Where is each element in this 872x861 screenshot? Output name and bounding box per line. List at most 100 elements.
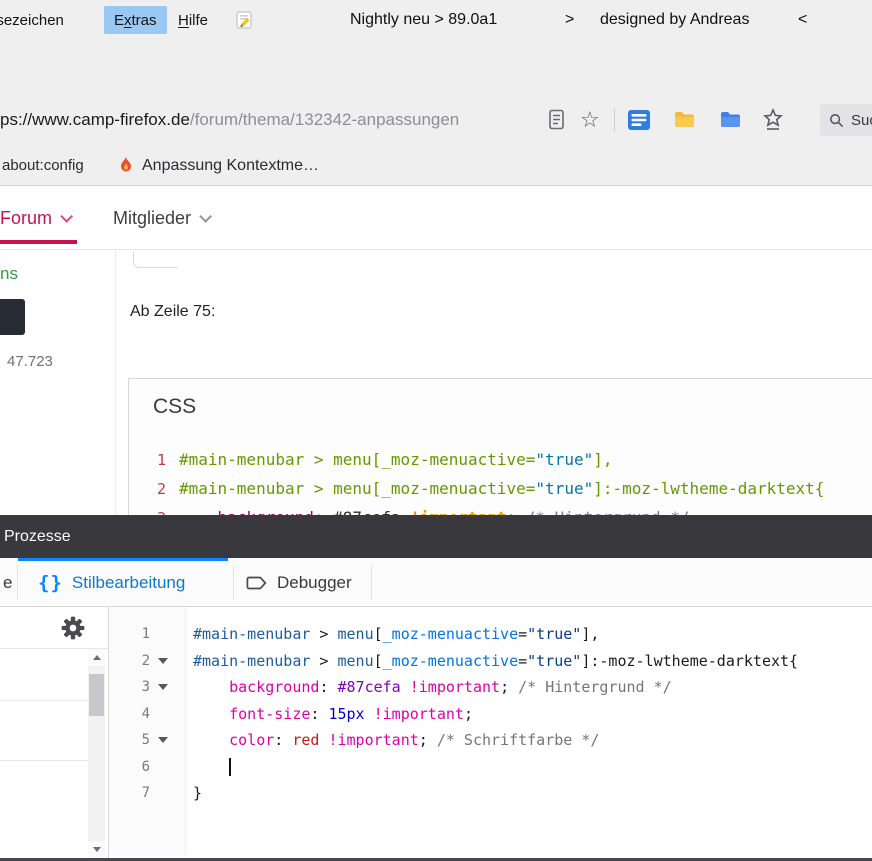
editor-lines: 1 #main-menubar > menu[_moz-menuactive="t…	[109, 607, 872, 807]
reader-mode-icon[interactable]	[548, 109, 566, 136]
code-line-row: 2#main-menubar > menu[_moz-menuactive="t…	[109, 648, 872, 675]
code-text: #main-menubar > menu[_moz-menuactive="tr…	[179, 479, 824, 498]
menu-hilfe-label-post: ilfe	[189, 12, 208, 29]
post-text: Ab Zeile 75:	[130, 303, 215, 321]
search-field[interactable]: Suc	[820, 104, 872, 136]
devtools-titlebar: Prozesse	[0, 515, 872, 558]
code-line-row: 4 font-size: 15px !important;	[109, 701, 872, 728]
site-navigation: Forum Mitglieder	[0, 187, 872, 250]
window-title-segment: Nightly neu > 89.0a1	[350, 0, 497, 40]
fold-gutter	[150, 684, 176, 690]
code-line-row: 7}	[109, 780, 872, 807]
active-nav-indicator	[0, 240, 77, 244]
chevron-down-icon	[60, 210, 73, 223]
line-number: 1	[109, 621, 150, 648]
fold-gutter	[150, 658, 176, 664]
sidebar-active-item[interactable]	[0, 299, 25, 335]
fold-toggle-icon[interactable]	[158, 658, 168, 664]
previous-block-fragment	[133, 251, 178, 268]
menu-hilfe-accesskey: H	[178, 12, 189, 29]
menu-item-lesezeichen[interactable]: esezeichen	[0, 0, 64, 40]
code-text: font-size: 15px !important;	[176, 701, 473, 728]
scrollbar-thumb[interactable]	[89, 674, 104, 716]
code-text: }	[176, 780, 202, 807]
devtools-tabbar: e {} Stilbearbeitung Debugger	[0, 558, 872, 607]
debugger-tag-icon	[246, 573, 268, 593]
folder-yellow-icon[interactable]	[674, 111, 695, 134]
fold-toggle-icon[interactable]	[158, 737, 168, 743]
tab-separator	[17, 565, 18, 600]
sidebar-divider	[115, 250, 116, 515]
notepad-icon[interactable]	[234, 10, 254, 30]
code-text: color: red !important; /* Schriftfarbe *…	[176, 727, 599, 754]
bookmark-anpassung-kontextmenu[interactable]: Anpassung Kontextme…	[142, 146, 319, 185]
tab-debugger-label: Debugger	[277, 573, 352, 593]
tab-style-editor[interactable]: {} Stilbearbeitung	[38, 558, 185, 607]
nav-item-mitglieder[interactable]: Mitglieder	[113, 187, 208, 250]
bookmark-star-icon[interactable]: ☆	[580, 105, 600, 135]
chevron-down-icon	[199, 210, 212, 223]
bookmark-about-config[interactable]: about:config	[2, 146, 84, 185]
code-line-row: 1#main-menubar > menu[_moz-menuactive="t…	[129, 445, 872, 474]
stylesheet-pane-toolbar	[0, 607, 108, 649]
sidebar-count: 47.723	[7, 353, 53, 370]
fold-toggle-icon[interactable]	[158, 684, 168, 690]
stylesheet-list-pane	[0, 607, 109, 858]
line-number: 7	[109, 780, 150, 807]
tab-konsole-fragment[interactable]: e	[3, 558, 12, 607]
url-fade-overlay	[468, 100, 538, 140]
code-line-row: 1 #main-menubar > menu[_moz-menuactive="t…	[109, 621, 872, 648]
code-line-row: 2#main-menubar > menu[_moz-menuactive="t…	[129, 474, 872, 503]
code-text: background: #87cefa !important; /* Hinte…	[176, 674, 672, 701]
code-text: background: #87cefa !important; /* Hinte…	[179, 508, 690, 515]
scrollbar-up-button[interactable]	[88, 649, 105, 666]
grid-extension-icon[interactable]	[628, 110, 650, 135]
list-separator	[0, 700, 88, 701]
firefox-window: esezeichen Extras Hilfe Nightly neu > 89…	[0, 0, 872, 861]
search-magnifier-icon	[829, 113, 844, 128]
scrollbar-down-button[interactable]	[88, 841, 105, 858]
line-number: 5	[109, 727, 150, 754]
list-separator	[0, 760, 88, 761]
devtools-panel: Prozesse e {} Stilbearbeitung Debugger	[0, 515, 872, 861]
code-text	[176, 754, 231, 781]
bookmarks-toolbar: about:config Anpassung Kontextme…	[0, 146, 872, 185]
devtools-title: Prozesse	[4, 528, 71, 546]
style-editor-code-area[interactable]: 1 #main-menubar > menu[_moz-menuactive="t…	[109, 607, 872, 855]
window-title-separator: >	[565, 0, 574, 40]
menu-bar: esezeichen Extras Hilfe Nightly neu > 89…	[0, 0, 872, 40]
menu-item-extras[interactable]: Extras	[104, 6, 167, 34]
code-line-row: 5 color: red !important; /* Schriftfarbe…	[109, 727, 872, 754]
code-text: #main-menubar > menu[_moz-menuactive="tr…	[176, 648, 798, 675]
code-line-row: 3 background: #87cefa !important; /* Hin…	[109, 674, 872, 701]
url-bar[interactable]: ps://www.camp-firefox.de/forum/thema/132…	[0, 100, 459, 140]
style-editor-body: 1 #main-menubar > menu[_moz-menuactive="t…	[0, 607, 872, 858]
tab-style-editor-label: Stilbearbeitung	[72, 573, 185, 593]
navigation-toolbar: ps://www.camp-firefox.de/forum/thema/132…	[0, 100, 872, 140]
sidebar-link-fragment[interactable]: ns	[0, 264, 18, 284]
vertical-scrollbar[interactable]	[88, 649, 105, 858]
text-cursor	[229, 758, 231, 776]
nav-mitglieder-label: Mitglieder	[113, 208, 191, 229]
url-domain: ps://www.camp-firefox.de	[0, 110, 190, 130]
bookmarks-menu-star-icon[interactable]	[762, 108, 784, 137]
page-content: Forum Mitglieder ns 47.723 Ab Zeile 75: …	[0, 187, 872, 515]
code-language-label: CSS	[153, 394, 872, 420]
line-number: 6	[109, 754, 150, 781]
line-number: 4	[109, 701, 150, 728]
nav-forum-label: Forum	[0, 208, 52, 229]
search-text: Suc	[851, 112, 872, 129]
folder-blue-icon[interactable]	[720, 111, 741, 134]
gear-icon[interactable]	[60, 615, 86, 641]
code-text: #main-menubar > menu[_moz-menuactive="tr…	[179, 450, 612, 469]
url-path: /forum/thema/132342-anpassungen	[190, 110, 459, 130]
code-text: #main-menubar > menu[_moz-menuactive="tr…	[176, 621, 599, 648]
forum-code-block: CSS 1#main-menubar > menu[_moz-menuactiv…	[128, 378, 872, 515]
window-title-segment: designed by Andreas	[600, 0, 749, 40]
fold-gutter	[150, 737, 176, 743]
menu-item-hilfe[interactable]: Hilfe	[168, 0, 218, 40]
menu-extras-accesskey: x	[124, 12, 132, 29]
tab-separator	[233, 565, 234, 600]
tab-debugger[interactable]: Debugger	[246, 558, 352, 607]
line-number: 3	[109, 674, 150, 701]
